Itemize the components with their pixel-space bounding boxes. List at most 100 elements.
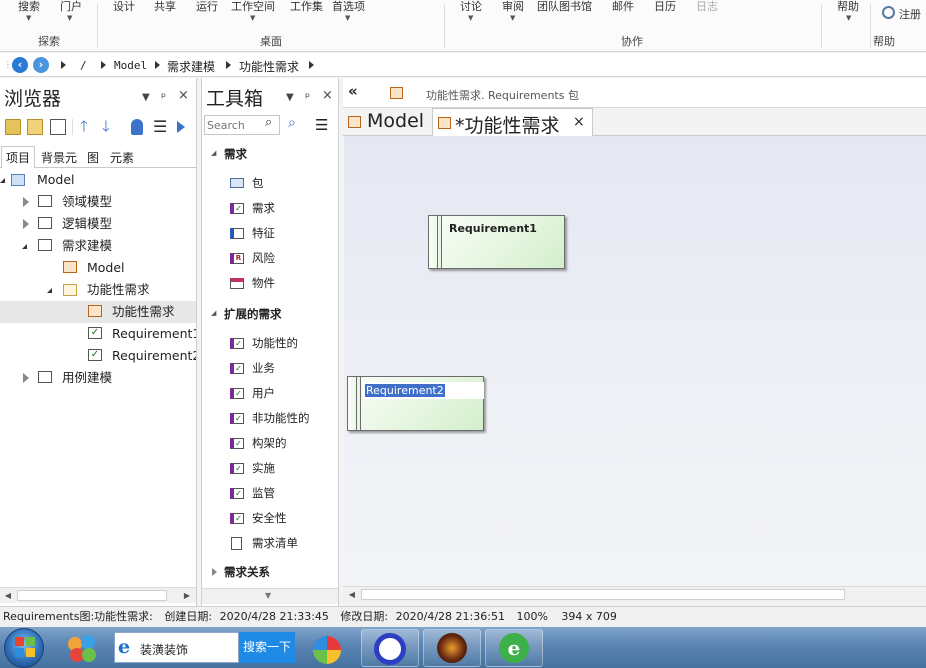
find-icon[interactable]: ⌕ — [288, 115, 296, 131]
chevron-right-icon[interactable] — [155, 61, 160, 69]
breadcrumb-root[interactable]: / — [80, 59, 87, 72]
scrollbar-thumb[interactable] — [17, 590, 167, 601]
diagram-canvas[interactable]: Requirement1 Requirement2 — [344, 136, 926, 586]
play-icon[interactable] — [177, 121, 185, 133]
tree-item[interactable]: 逻辑模型 — [0, 213, 196, 235]
scroll-left-icon[interactable]: ◀ — [345, 588, 359, 602]
ribbon-search-button[interactable]: 搜索 — [18, 0, 40, 14]
requirement-element[interactable]: Requirement2 — [347, 376, 484, 431]
tree-item[interactable]: 功能性需求 — [0, 301, 196, 323]
taskbar-search-box[interactable]: e 装潢装饰 — [114, 632, 239, 663]
ribbon-workspace-button[interactable]: 工作空间 — [231, 0, 275, 14]
collapse-icon[interactable]: ◢ — [211, 309, 216, 317]
ribbon-workset-button[interactable]: 工作集 — [290, 0, 323, 14]
toolbox-section-header[interactable]: 扩展的需求 — [224, 306, 282, 322]
start-button[interactable] — [4, 628, 44, 668]
menu-icon[interactable]: ☰ — [315, 116, 328, 134]
chevron-down-icon[interactable]: ▼ — [468, 14, 473, 22]
folder-icon[interactable] — [27, 119, 43, 135]
chevron-down-icon[interactable]: ▼ — [510, 14, 515, 22]
scroll-down-icon[interactable]: ▼ — [265, 591, 271, 600]
app-launcher-icon[interactable] — [66, 633, 100, 665]
toolbox-search-input[interactable] — [207, 117, 262, 133]
breadcrumb-item[interactable]: 需求建模 — [167, 58, 215, 75]
requirement-name-editor[interactable]: Requirement2 — [363, 382, 484, 399]
diagram-icon[interactable] — [50, 119, 66, 135]
close-icon[interactable]: × — [573, 114, 585, 130]
panel-menu-icon[interactable]: ▼ — [142, 92, 150, 103]
arrow-down-icon[interactable]: 🡓 — [102, 116, 110, 141]
ribbon-share-button[interactable]: 共享 — [154, 0, 176, 14]
chevron-right-icon[interactable] — [61, 61, 66, 69]
ribbon-design-button[interactable]: 设计 — [113, 0, 135, 14]
ribbon-log-button[interactable]: 日志 — [696, 0, 718, 14]
chevron-right-icon[interactable] — [309, 61, 314, 69]
toolbox-section-header[interactable]: 需求 — [224, 146, 247, 162]
browser-hscrollbar[interactable]: ◀ ▶ — [0, 587, 196, 603]
expand-open-icon[interactable] — [0, 178, 5, 183]
expand-closed-icon[interactable] — [23, 197, 29, 207]
scrollbar-thumb[interactable] — [361, 589, 845, 600]
taskbar-app-browser[interactable]: e — [485, 629, 543, 667]
toolbox-section-header[interactable]: 需求关系 — [224, 564, 270, 580]
breadcrumb-item[interactable]: 功能性需求 — [239, 58, 299, 75]
tree-item[interactable]: 功能性需求 — [0, 279, 196, 301]
ribbon-review-button[interactable]: 审阅 — [502, 0, 524, 14]
expand-closed-icon[interactable] — [23, 373, 29, 383]
back-icon[interactable]: ‹ — [12, 57, 28, 73]
breadcrumb-item[interactable]: Model — [114, 59, 147, 72]
ribbon-register-button[interactable]: 注册 — [899, 6, 921, 22]
close-icon[interactable]: × — [178, 88, 189, 103]
chevron-right-icon[interactable] — [226, 61, 231, 69]
ribbon-mail-button[interactable]: 邮件 — [612, 0, 634, 14]
panel-menu-icon[interactable]: ▼ — [286, 92, 294, 103]
tab-diagram[interactable]: 图 — [83, 147, 103, 168]
register-icon[interactable] — [882, 6, 895, 19]
forward-icon[interactable]: › — [33, 57, 49, 73]
ribbon-calendar-button[interactable]: 日历 — [654, 0, 676, 14]
locate-icon[interactable] — [131, 119, 143, 135]
scroll-right-icon[interactable]: ▶ — [180, 589, 194, 603]
tab-context[interactable]: 背景元 — [37, 147, 81, 168]
expand-closed-icon[interactable] — [212, 568, 217, 576]
tree-item[interactable]: 用例建模 — [0, 367, 196, 389]
toolbox-scroll-down[interactable]: ▼ — [202, 588, 338, 604]
new-package-icon[interactable] — [5, 119, 21, 135]
taskbar-search-input[interactable]: 装潢装饰 — [140, 641, 188, 658]
chevron-down-icon[interactable]: ▼ — [345, 14, 350, 22]
taskbar-app-ea[interactable] — [361, 629, 419, 667]
taskbar-app-media[interactable] — [423, 629, 481, 667]
tree-item[interactable]: 需求建模 — [0, 235, 196, 257]
menu-icon[interactable]: ☰ — [153, 117, 167, 136]
search-icon[interactable]: ⌕ — [265, 115, 272, 130]
tree-item[interactable]: Model — [0, 169, 196, 191]
expand-closed-icon[interactable] — [23, 219, 29, 229]
diagram-hscrollbar[interactable]: ◀ — [343, 586, 926, 602]
chevron-down-icon[interactable]: ▼ — [846, 14, 851, 22]
scroll-left-icon[interactable]: ◀ — [1, 589, 15, 603]
expand-open-icon[interactable] — [47, 288, 52, 293]
tab-model[interactable]: Model — [345, 109, 431, 136]
collapse-icon[interactable]: ◢ — [211, 149, 216, 157]
ribbon-preferences-button[interactable]: 首选项 — [332, 0, 365, 14]
tree-item[interactable]: ✓ Requirement1 — [0, 323, 196, 345]
chevron-down-icon[interactable]: ▼ — [67, 14, 72, 22]
tree-item[interactable]: 领域模型 — [0, 191, 196, 213]
chevron-down-icon[interactable]: ▼ — [250, 14, 255, 22]
toolbox-search-box[interactable]: ⌕ — [204, 115, 280, 135]
chevron-down-icon[interactable]: ▼ — [26, 14, 31, 22]
tab-functional-requirements[interactable]: *功能性需求 × — [432, 108, 593, 137]
tab-element[interactable]: 元素 — [106, 147, 138, 168]
requirement-name[interactable]: Requirement2 — [365, 384, 445, 397]
chevron-right-icon[interactable] — [101, 61, 106, 69]
tree-item[interactable]: Model — [0, 257, 196, 279]
tree-item[interactable]: ✓ Requirement2 — [0, 345, 196, 367]
pin-icon[interactable]: ᵖ — [161, 90, 166, 104]
expand-open-icon[interactable] — [22, 244, 27, 249]
collapse-panels-icon[interactable]: « — [348, 82, 358, 100]
taskbar-search-button[interactable]: 搜索一下 — [239, 632, 295, 663]
pin-icon[interactable]: ᵖ — [305, 90, 310, 104]
tab-project[interactable]: 项目 — [1, 146, 36, 168]
ribbon-help-button[interactable]: 帮助 — [837, 0, 859, 14]
ribbon-team-library-button[interactable]: 团队图书馆 — [537, 0, 592, 14]
